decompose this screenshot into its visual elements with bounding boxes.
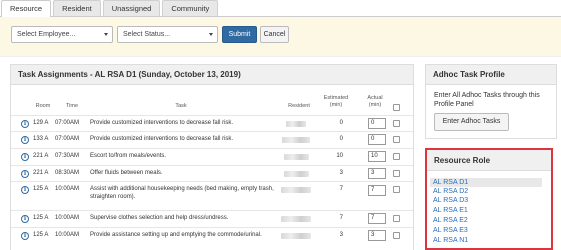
adhoc-task-description: Enter All Adhoc Tasks through this Profi… [434, 92, 540, 108]
estimated-cell: 0 [339, 120, 343, 126]
col-actual: Actual (min) [367, 95, 383, 108]
time-cell: 10:00AM [55, 186, 80, 192]
submit-button[interactable]: Submit [222, 26, 257, 43]
status-select[interactable]: Select Status... [117, 26, 218, 43]
role-link[interactable]: AL RSA D2 [433, 187, 468, 196]
tab-unassigned[interactable]: Unassigned [102, 0, 161, 16]
resident-name-redacted [281, 216, 311, 222]
enter-adhoc-tasks-button[interactable]: Enter Adhoc Tasks [434, 113, 509, 131]
actual-input[interactable]: 7 [368, 213, 386, 224]
status-select-value: Select Status... [123, 31, 171, 38]
tab-bar: Resource Resident Unassigned Community [0, 0, 561, 17]
tab-community[interactable]: Community [162, 0, 219, 16]
row-checkbox[interactable] [393, 120, 400, 127]
actual-input[interactable]: 3 [368, 230, 386, 241]
time-cell: 08:30AM [55, 170, 80, 176]
task-assignments-title: Task Assignments - AL RSA D1 (Sunday, Oc… [11, 65, 413, 85]
table-row: i 125 A 10:00AM Supervise clothes select… [11, 210, 413, 226]
resident-name-redacted [284, 171, 309, 177]
estimated-cell: 10 [336, 153, 343, 159]
info-icon[interactable]: i [21, 136, 29, 144]
actual-input[interactable]: 0 [368, 118, 386, 129]
actual-input[interactable]: 7 [368, 185, 386, 196]
actual-input[interactable]: 0 [368, 134, 386, 145]
resource-role-panel: Resource Role AL RSA D1 AL RSA D2 AL RSA… [425, 148, 553, 250]
time-cell: 07:30AM [55, 153, 80, 159]
time-cell: 10:00AM [55, 232, 80, 238]
role-link[interactable]: AL RSA E3 [433, 226, 468, 235]
chevron-down-icon [209, 33, 213, 36]
resource-role-title: Resource Role [427, 150, 551, 171]
row-checkbox[interactable] [393, 232, 400, 239]
adhoc-task-panel: Adhoc Task Profile Enter All Adhoc Tasks… [425, 64, 557, 139]
resident-name-redacted [284, 154, 309, 160]
adhoc-task-title: Adhoc Task Profile [426, 65, 556, 85]
role-link[interactable]: AL RSA N1 [433, 236, 468, 245]
time-cell: 07:00AM [55, 136, 80, 142]
room-cell: 221 A [33, 153, 49, 159]
task-cell: Provide assistance setting up and emptyi… [90, 232, 262, 238]
resident-name-redacted [286, 121, 306, 127]
tab-resource[interactable]: Resource [1, 0, 52, 17]
row-checkbox[interactable] [393, 170, 400, 177]
table-row: i 221 A 08:30AM Offer fluids between mea… [11, 165, 413, 180]
row-checkbox[interactable] [393, 186, 400, 193]
info-icon[interactable]: i [21, 215, 29, 223]
col-task: Task [175, 103, 187, 109]
task-cell: Provide customized interventions to decr… [90, 120, 234, 126]
row-checkbox[interactable] [393, 136, 400, 143]
resident-name-redacted [281, 233, 311, 239]
table-row: i 129 A 07:00AM Provide customized inter… [11, 115, 413, 130]
actual-input[interactable]: 10 [368, 151, 386, 162]
col-estimated: Estimated (min) [323, 95, 349, 108]
table-row: i 125 A 10:00AM Assist with additional h… [11, 181, 413, 209]
actual-input[interactable]: 3 [368, 168, 386, 179]
role-link[interactable]: AL RSA E2 [433, 216, 468, 225]
task-cell: Supervise clothes selection and help dre… [90, 215, 229, 221]
info-icon[interactable]: i [21, 170, 29, 178]
room-cell: 221 A [33, 170, 49, 176]
tab-resident[interactable]: Resident [53, 0, 101, 16]
table-row: i 133 A 07:00AM Provide customized inter… [11, 131, 413, 147]
task-cell: Assist with additional housekeeping need… [90, 186, 274, 200]
row-checkbox[interactable] [393, 153, 400, 160]
resident-name-redacted [281, 187, 311, 193]
resident-name-redacted [282, 137, 310, 143]
select-all-checkbox[interactable] [393, 104, 400, 111]
task-cell: Provide customized interventions to decr… [90, 136, 234, 142]
task-assignments-panel: Task Assignments - AL RSA D1 (Sunday, Oc… [10, 64, 414, 250]
estimated-cell: 7 [339, 186, 343, 192]
role-link[interactable]: AL RSA D1 [433, 178, 468, 187]
estimated-cell: 7 [339, 215, 343, 221]
estimated-cell: 3 [339, 232, 343, 238]
role-link[interactable]: AL RSA D3 [433, 196, 468, 205]
cancel-button[interactable]: Cancel [260, 26, 289, 43]
employee-select[interactable]: Select Employee... [11, 26, 113, 43]
row-checkbox[interactable] [393, 215, 400, 222]
time-cell: 07:00AM [55, 120, 80, 126]
table-row: i 221 A 07:30AM Escort to/from meals/eve… [11, 148, 413, 164]
room-cell: 129 A [33, 120, 49, 126]
time-cell: 10:00AM [55, 215, 80, 221]
task-cell: Offer fluids between meals. [90, 170, 163, 176]
chevron-down-icon [104, 33, 108, 36]
info-icon[interactable]: i [21, 186, 29, 194]
table-row: i 125 A 10:00AM Provide assistance setti… [11, 227, 413, 245]
info-icon[interactable]: i [21, 153, 29, 161]
task-cell: Escort to/from meals/events. [90, 153, 167, 159]
col-resident: Resident [288, 103, 310, 109]
info-icon[interactable]: i [21, 120, 29, 128]
room-cell: 125 A [33, 215, 49, 221]
info-icon[interactable]: i [21, 232, 29, 240]
col-room: Room [35, 103, 51, 109]
estimated-cell: 0 [339, 136, 343, 142]
col-time: Time [65, 103, 79, 109]
estimated-cell: 3 [339, 170, 343, 176]
role-link[interactable]: AL RSA E1 [433, 206, 468, 215]
employee-select-value: Select Employee... [17, 31, 76, 38]
room-cell: 125 A [33, 186, 49, 192]
room-cell: 125 A [33, 232, 49, 238]
room-cell: 133 A [33, 136, 49, 142]
filter-bar: Select Employee... Select Status... Subm… [0, 17, 561, 57]
